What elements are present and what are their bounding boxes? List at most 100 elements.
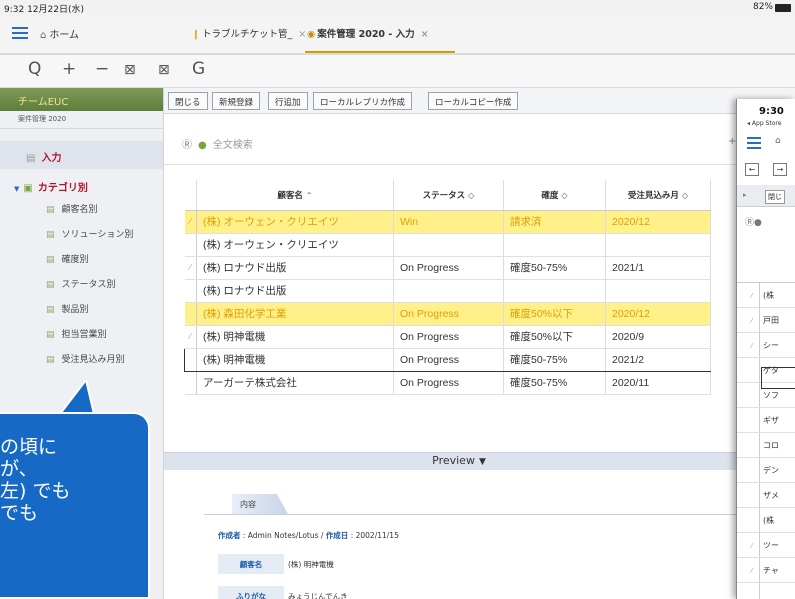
table-row[interactable]: (株) オーウェン・クリエイツ	[184, 233, 711, 257]
sidebar-item-label: 製品別	[61, 305, 89, 315]
column-header-status[interactable]: ステータス ◇	[393, 180, 504, 211]
create-replica-button[interactable]: ローカルレプリカ作成	[313, 92, 413, 110]
sort-icon[interactable]: ⌃	[306, 191, 313, 200]
sidebar-item-label: ソリューション別	[61, 230, 134, 240]
back-to-app-store-link[interactable]: ◂ App Store	[747, 120, 781, 127]
search-mode-icon[interactable]: Ⓡ	[182, 140, 192, 151]
row-marker-icon: ⁄	[184, 325, 197, 349]
database-name: 案件管理 2020	[0, 111, 163, 129]
table-row[interactable]: ⁄ (株) オーウェン・クリエイツ Win 請求済 2020/12	[184, 210, 711, 234]
zoom-in-icon[interactable]: +	[62, 59, 76, 79]
collapse-icon[interactable]: ⊠	[124, 62, 136, 78]
field-label-customer: 顧客名	[218, 554, 284, 574]
sidebar-item-customer[interactable]: ▤ 顧客名別	[0, 195, 163, 220]
tab-label: 案件管理 2020 - 入力	[317, 29, 415, 40]
sort-icon[interactable]: ◇	[682, 191, 688, 200]
list-item[interactable]: ⁄ チャ	[737, 558, 795, 583]
table-row[interactable]: ⁄ (株) ロナウド出版 On Progress 確度50-75% 2021/1	[184, 256, 711, 280]
folder-icon: ▣	[23, 183, 33, 194]
search-icon[interactable]: Q	[28, 59, 41, 79]
field-value-customer: (株) 明神電機	[288, 560, 334, 569]
back-icon[interactable]: ←	[745, 163, 759, 176]
forward-icon[interactable]: →	[773, 163, 787, 176]
hamburger-menu-icon[interactable]	[12, 27, 28, 39]
cell-customer: (株) 明神電機	[196, 347, 394, 372]
table-row[interactable]: (株) ロナウド出版	[184, 279, 711, 303]
sidebar-item-status[interactable]: ▤ ステータス別	[0, 270, 163, 295]
close-button[interactable]: 閉じ	[765, 190, 785, 204]
close-button[interactable]: 閉じる	[168, 92, 208, 110]
tab-label: トラブルチケット管_	[201, 29, 293, 40]
list-item[interactable]: ⁄ 戸田	[737, 308, 795, 333]
sort-icon[interactable]: ◇	[468, 191, 474, 200]
document-meta: 作成者 : Admin Notes/Lotus / 作成日 : 2002/11/…	[218, 531, 399, 540]
table-row-selected[interactable]: (株) 明神電機 On Progress 確度50-75% 2021/2	[184, 347, 711, 372]
list-item[interactable]: ⁄ ツー	[737, 533, 795, 558]
sidebar-item-product[interactable]: ▤ 製品別	[0, 295, 163, 320]
detail-tab[interactable]: 内容	[232, 494, 288, 514]
column-header-order-month[interactable]: 受注見込み月 ◇	[605, 180, 711, 211]
sidebar-item-solution[interactable]: ▤ ソリューション別	[0, 220, 163, 245]
secondary-app-window[interactable]: 9:30 ◂ App Store ⌂ ← → ▸ 閉じ Ⓡ● ⁄ (株 ⁄ 戸田 ⁄…	[736, 99, 795, 599]
sidebar-item-label: 担当営業別	[61, 330, 107, 340]
field-label-kana: ふりがな	[218, 586, 284, 599]
cell-status: On Progress	[393, 325, 504, 349]
list-item[interactable]: ザメ	[737, 483, 795, 508]
sidebar-item-order-month[interactable]: ▤ 受注見込み月別	[0, 345, 163, 370]
table-row[interactable]: (株) 森田化学工業 On Progress 確度50%以下 2020/12	[184, 302, 711, 326]
sidebar-item-certainty[interactable]: ▤ 確度別	[0, 245, 163, 270]
status-time: 9:32 12月22日(水)	[4, 5, 84, 15]
close-icon[interactable]: ×	[421, 29, 429, 40]
cell-status: On Progress	[393, 302, 504, 326]
sidebar-item-label: 入力	[41, 153, 62, 164]
status-bar: 9:32 12月22日(水) 82%	[0, 0, 795, 16]
cell-certainty: 確度50%以下	[503, 302, 606, 326]
sidebar-category[interactable]: ▼ ▣ カテゴリ別	[0, 173, 163, 195]
table-row[interactable]: ⁄ (株) 明神電機 On Progress 確度50%以下 2020/9	[184, 325, 711, 349]
hamburger-menu-icon[interactable]	[747, 137, 761, 152]
cell-certainty	[503, 279, 606, 303]
close-icon[interactable]: ×	[298, 29, 306, 40]
cell-order-month: 2020/9	[605, 325, 711, 349]
cell-order-month: 2020/12	[605, 302, 711, 326]
cell-order-month: 2021/2	[605, 347, 711, 372]
sort-icon[interactable]: ◇	[561, 191, 567, 200]
sidebar-item-input[interactable]: ▤ 入力	[0, 141, 163, 169]
sidebar-item-label: 顧客名別	[61, 205, 98, 215]
cell-customer: アーガーテ株式会社	[196, 371, 394, 395]
table-row[interactable]: アーガーテ株式会社 On Progress 確度50-75% 2020/11	[184, 371, 711, 395]
arrow-icon: ▸	[743, 191, 747, 199]
zoom-out-icon[interactable]: −	[95, 59, 109, 79]
expand-icon[interactable]: ⊠	[158, 62, 170, 78]
home-icon[interactable]: ⌂	[775, 136, 781, 146]
tab-case-management[interactable]: ◉ 案件管理 2020 - 入力 ×	[307, 26, 429, 40]
list-item[interactable]: (株	[737, 508, 795, 533]
preview-toggle[interactable]: Preview ▼	[164, 452, 754, 470]
list-item[interactable]: ⁄ (株	[737, 283, 795, 308]
tab-trouble-ticket[interactable]: ❙ トラブルチケット管_ ×	[192, 26, 306, 40]
create-copy-button[interactable]: ローカルコピー作成	[428, 92, 519, 110]
field-value-kana: みょうじんでんき	[288, 592, 348, 599]
expand-triangle-icon: ▼	[14, 185, 20, 193]
column-header-customer[interactable]: 顧客名 ⌃	[196, 180, 394, 211]
list-item[interactable]: ⁄ シー	[737, 333, 795, 358]
tool-bar: Q + − ⊠ ⊠ G	[0, 55, 795, 87]
reload-icon[interactable]: G	[192, 59, 205, 79]
fulltext-search[interactable]: Ⓡ ● 全文検索	[182, 136, 253, 151]
records-table: 顧客名 ⌃ ステータス ◇ 確度 ◇ 受注見込み月 ◇ ⁄ (株) オーウェン・クリエイ…	[184, 180, 711, 395]
list-item[interactable]: ギザ	[737, 408, 795, 433]
sidebar-item-sales-rep[interactable]: ▤ 担当営業別	[0, 320, 163, 345]
cell-status: On Progress	[393, 371, 504, 395]
view-icon: ▤	[46, 205, 55, 215]
cell-order-month	[605, 233, 711, 257]
cell-order-month: 2021/1	[605, 256, 711, 280]
list-item[interactable]: デン	[737, 458, 795, 483]
column-header-certainty[interactable]: 確度 ◇	[503, 180, 606, 211]
add-row-button[interactable]: 行追加	[268, 92, 308, 110]
search-mode-icon[interactable]: Ⓡ●	[745, 215, 762, 228]
home-tab[interactable]: ⌂ ホーム	[40, 26, 79, 41]
sidebar-item-label: 確度別	[61, 255, 89, 265]
list-item[interactable]: コロ	[737, 433, 795, 458]
home-tab-label: ホーム	[49, 30, 80, 41]
new-entry-button[interactable]: 新規登録	[212, 92, 261, 110]
